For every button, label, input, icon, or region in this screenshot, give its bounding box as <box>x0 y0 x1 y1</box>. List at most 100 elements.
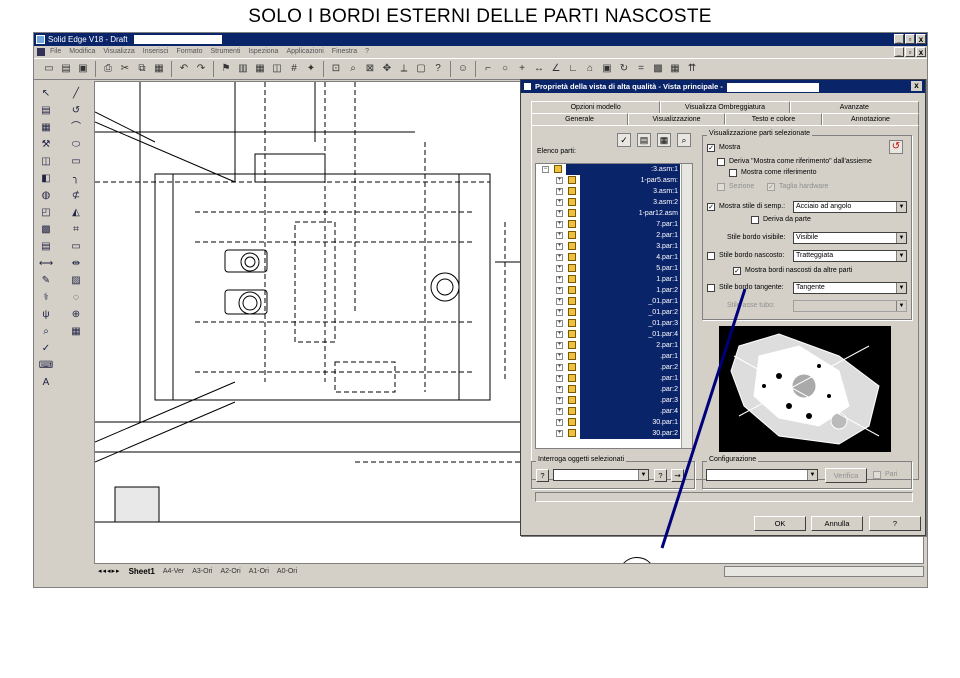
tab-testo-colore[interactable]: Testo e colore <box>725 113 822 125</box>
help-button[interactable]: ? <box>869 516 921 531</box>
mostra-checkbox[interactable]: ✓ <box>707 144 715 152</box>
menu-modifica[interactable]: Modifica <box>69 46 95 58</box>
interroga-help-icon[interactable]: ? <box>536 469 549 482</box>
balloon-icon[interactable]: ◌ <box>67 291 85 305</box>
expand-icon[interactable]: + <box>556 232 563 239</box>
expand-icon[interactable]: + <box>556 188 563 195</box>
text-box-icon[interactable]: ▤ <box>37 240 55 254</box>
menu-strumenti[interactable]: Strumenti <box>211 46 241 58</box>
expand-icon[interactable]: + <box>556 320 563 327</box>
part-tool-icon[interactable]: ✓ <box>617 133 631 147</box>
expand-icon[interactable]: + <box>556 364 563 371</box>
expand-icon[interactable]: + <box>556 375 563 382</box>
copy-icon[interactable]: ⧉ <box>135 62 149 76</box>
annotation-icon[interactable]: ✎ <box>37 274 55 288</box>
part-tree-item[interactable]: + .par:4 <box>536 406 692 417</box>
frame-icon[interactable]: ▣ <box>600 62 614 76</box>
part-tree-item[interactable]: +2.par:1 <box>536 230 692 241</box>
grid-icon[interactable]: # <box>287 62 301 76</box>
expand-icon[interactable]: + <box>556 309 563 316</box>
part-tree-item[interactable]: +1.par:2 <box>536 285 692 296</box>
layers-icon[interactable]: ◫ <box>270 62 284 76</box>
expand-icon[interactable]: + <box>556 331 563 338</box>
deriva-parte-checkbox[interactable] <box>751 216 759 224</box>
center-mark-icon[interactable]: ⊕ <box>67 308 85 322</box>
zoom-area-icon[interactable]: ⊡ <box>329 62 343 76</box>
arc-icon[interactable]: ⌒ <box>67 121 85 135</box>
mostra-riferimento-checkbox[interactable] <box>729 169 737 177</box>
menu-finestra[interactable]: Finestra <box>332 46 357 58</box>
maximize-button[interactable]: ▫ <box>905 34 915 44</box>
tab-annotazione[interactable]: Annotazione <box>822 113 919 125</box>
pin-icon[interactable]: ✦ <box>304 62 318 76</box>
expand-icon[interactable]: + <box>556 353 563 360</box>
detail-icon[interactable]: ◰ <box>37 206 55 220</box>
save-icon[interactable]: ▣ <box>76 62 90 76</box>
section-icon[interactable]: ◍ <box>37 189 55 203</box>
print-icon[interactable]: ⎙ <box>101 62 115 76</box>
part-tree-item[interactable]: +7.par:1 <box>536 219 692 230</box>
menu-help[interactable]: ? <box>365 46 369 58</box>
expand-icon[interactable]: + <box>556 397 563 404</box>
cross-icon[interactable]: + <box>515 62 529 76</box>
part-tree-item[interactable]: +1.par:1 <box>536 274 692 285</box>
menu-ispeziona[interactable]: Ispeziona <box>248 46 278 58</box>
arrows-icon[interactable]: ↔ <box>532 62 546 76</box>
new-icon[interactable]: ▭ <box>42 62 56 76</box>
open-icon[interactable]: ▤ <box>59 62 73 76</box>
check-icon[interactable]: ✓ <box>37 342 55 356</box>
pari-checkbox[interactable] <box>873 471 881 479</box>
cut-icon[interactable]: ✂ <box>118 62 132 76</box>
bordo-nascosto-checkbox[interactable] <box>707 252 715 260</box>
part-tree-item[interactable]: + _01.par:2 <box>536 307 692 318</box>
expand-icon[interactable]: + <box>556 199 563 206</box>
expand-icon[interactable]: + <box>556 287 563 294</box>
expand-icon[interactable]: + <box>556 265 563 272</box>
document-icon[interactable] <box>37 48 45 56</box>
pan-icon[interactable]: ✥ <box>380 62 394 76</box>
part-tree-item[interactable]: +3.asm:1 <box>536 186 692 197</box>
part-icon[interactable]: ◫ <box>37 155 55 169</box>
keyboard-icon[interactable]: ⌨ <box>37 359 55 373</box>
view-icon[interactable]: ◧ <box>37 172 55 186</box>
arrange-icon[interactable]: ⇈ <box>685 62 699 76</box>
pattern-tool-icon[interactable]: ⌗ <box>67 223 85 237</box>
bordo-tangente-select[interactable]: Tangente ▼ <box>793 282 907 294</box>
frame-tool-icon[interactable]: ▭ <box>67 240 85 254</box>
select-icon[interactable]: ↖ <box>37 87 55 101</box>
text-icon[interactable]: A <box>37 376 55 390</box>
bordo-tangente-checkbox[interactable] <box>707 284 715 292</box>
symbol-icon[interactable]: ψ <box>37 308 55 322</box>
tab-a3-ori[interactable]: A3-Ori <box>192 566 212 577</box>
undo-icon[interactable]: ↶ <box>177 62 191 76</box>
curve-icon[interactable]: ↺ <box>67 104 85 118</box>
expand-icon[interactable]: + <box>556 221 563 228</box>
part-tree-item[interactable]: + .par:2 <box>536 384 692 395</box>
menu-file[interactable]: File <box>50 46 61 58</box>
refresh-icon[interactable]: ↺ <box>889 140 903 154</box>
grid2-icon[interactable]: ▦ <box>668 62 682 76</box>
tab-visualizzazione[interactable]: Visualizzazione <box>628 113 725 125</box>
rotate-icon[interactable]: ↻ <box>617 62 631 76</box>
tab-a0-ori[interactable]: A0-Ori <box>277 566 297 577</box>
table-icon[interactable]: ▦ <box>253 62 267 76</box>
line-icon[interactable]: ╱ <box>67 87 85 101</box>
circle-icon[interactable]: ○ <box>498 62 512 76</box>
zoom-icon[interactable]: ⌕ <box>346 62 360 76</box>
part-props-icon[interactable]: ▦ <box>657 133 671 147</box>
expand-icon[interactable]: + <box>556 419 563 426</box>
doc-close-button[interactable]: x <box>916 47 926 57</box>
tab-a2-ori[interactable]: A2-Ori <box>220 566 240 577</box>
ellipse-icon[interactable]: ⬭ <box>67 138 85 152</box>
tab-opzioni-modello[interactable]: Opzioni modello <box>531 101 661 113</box>
close-button[interactable]: x <box>916 34 926 44</box>
minimize-button[interactable]: _ <box>894 34 904 44</box>
tree-vertical-scrollbar[interactable] <box>681 164 692 448</box>
part-tree-item[interactable]: + _01.par:1 <box>536 296 692 307</box>
query-help-button[interactable]: ? <box>654 469 667 482</box>
sezione-checkbox[interactable] <box>717 183 725 191</box>
dialog-close-button[interactable]: x <box>911 81 922 91</box>
bordi-nascosti-altre-checkbox[interactable]: ✓ <box>733 267 741 275</box>
bordo-nascosto-select[interactable]: Tratteggiata ▼ <box>793 250 907 262</box>
part-tree-item[interactable]: +1-par12.asm <box>536 208 692 219</box>
